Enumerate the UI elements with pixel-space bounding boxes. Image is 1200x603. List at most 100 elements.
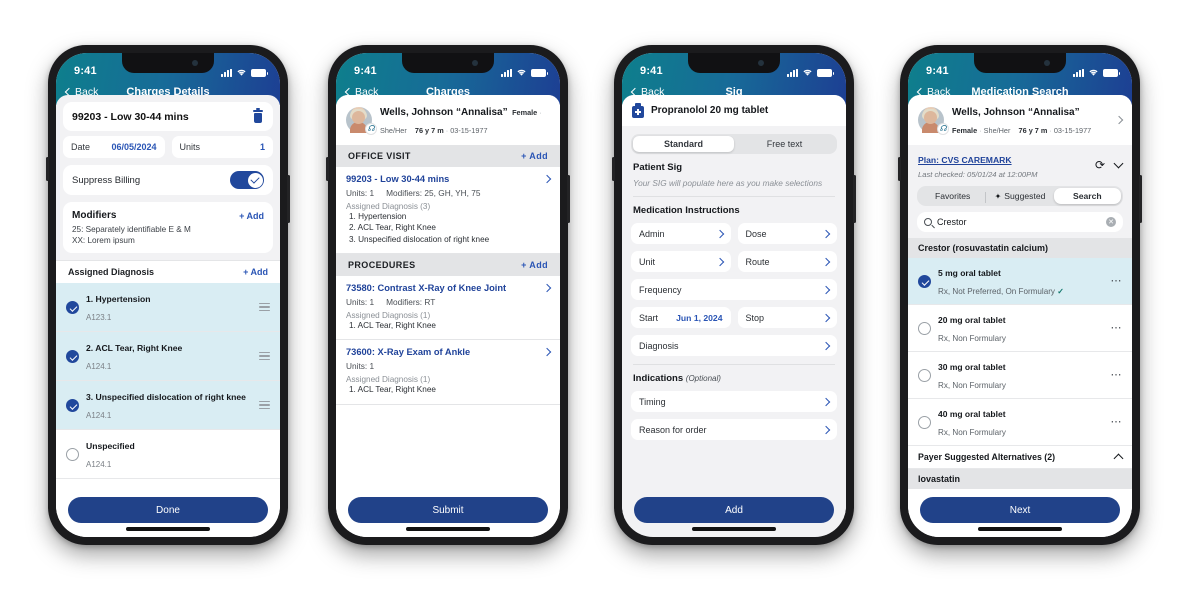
diagnosis-item: 1. ACL Tear, Right Knee <box>349 320 436 330</box>
chevron-right-icon[interactable] <box>1114 115 1124 125</box>
diagnosis-name: Unspecified <box>86 441 135 451</box>
table-row[interactable]: Unspecified A124.1 <box>56 430 280 479</box>
avatar <box>918 107 949 135</box>
diagnosis-item: 1. Hypertension <box>349 212 407 221</box>
chevron-down-icon[interactable] <box>1113 158 1124 168</box>
diagnosis-name: 1. Hypertension <box>86 294 151 304</box>
radio-icon[interactable] <box>66 447 79 461</box>
table-row[interactable]: 1. Hypertension A123.1 <box>56 283 280 332</box>
suppress-billing-toggle[interactable] <box>230 171 264 189</box>
field-start[interactable]: Start Jun 1, 2024 <box>631 307 731 328</box>
list-item[interactable]: 99203 - Low 30-44 mins Units: 1 Modifier… <box>336 167 560 254</box>
next-button[interactable]: Next <box>920 497 1120 523</box>
formulary-check-icon: ✓ <box>1057 287 1064 296</box>
field-row: Unit Route <box>631 251 837 272</box>
list-item[interactable]: 5 mg oral tablet Rx, Not Preferred, On F… <box>908 258 1132 305</box>
field-diagnosis[interactable]: Diagnosis <box>631 335 837 356</box>
tab-suggested[interactable]: ✦ Suggested <box>985 188 1053 204</box>
list-item[interactable]: 20 mg oral tablet Rx, Non Formulary ⋯ <box>908 305 1132 352</box>
status-icons <box>787 68 834 77</box>
medication-text: 20 mg oral tablet Rx, Non Formulary <box>938 310 1104 346</box>
search-tabs[interactable]: Favorites ✦ Suggested Search <box>917 186 1123 206</box>
drag-handle-icon[interactable] <box>259 352 270 360</box>
sig-mode-segmented-control[interactable]: Standard Free text <box>631 134 837 154</box>
check-icon[interactable] <box>66 349 79 363</box>
tab-search[interactable]: Search <box>1053 188 1121 204</box>
field-admin[interactable]: Admin <box>631 223 731 244</box>
units-field[interactable]: Units 1 <box>171 136 273 158</box>
wifi-icon <box>237 69 246 76</box>
field-label: Stop <box>745 312 765 323</box>
tab-standard[interactable]: Standard <box>633 136 734 152</box>
overflow-menu-icon[interactable]: ⋯ <box>1111 416 1123 428</box>
drag-handle-icon[interactable] <box>259 401 270 409</box>
field-row: Diagnosis <box>631 335 837 356</box>
toggle-knob <box>247 172 263 188</box>
modifiers-head: Modifiers + Add <box>72 210 264 221</box>
check-icon[interactable] <box>66 398 79 412</box>
field-reason-for-order[interactable]: Reason for order <box>631 419 837 440</box>
medication-text: 30 mg oral tablet Rx, Non Formulary <box>938 357 1104 393</box>
search-input[interactable]: Crestor ✕ <box>917 212 1123 232</box>
field-route[interactable]: Route <box>737 251 837 272</box>
section-header-procedures: PROCEDURES + Add <box>336 253 560 276</box>
overflow-menu-icon[interactable]: ⋯ <box>1111 369 1123 381</box>
done-button[interactable]: Done <box>68 497 268 523</box>
clear-icon[interactable]: ✕ <box>1106 217 1116 227</box>
units-label: Units <box>179 142 201 152</box>
chevron-right-icon <box>821 341 831 350</box>
tab-favorites[interactable]: Favorites <box>919 188 986 204</box>
radio-icon[interactable] <box>918 368 931 382</box>
content-area: Wells, Johnson “Annalisa” Female · She/H… <box>908 95 1132 489</box>
add-button[interactable]: Add <box>634 497 834 523</box>
plan-name[interactable]: Plan: CVS CAREMARK <box>918 155 1012 165</box>
field-timing[interactable]: Timing <box>631 391 837 412</box>
medication-dose: 20 mg oral tablet <box>938 315 1006 325</box>
radio-icon[interactable] <box>918 321 931 335</box>
overflow-menu-icon[interactable]: ⋯ <box>1111 322 1123 334</box>
overflow-menu-icon[interactable]: ⋯ <box>1111 275 1123 287</box>
radio-icon[interactable] <box>918 415 931 429</box>
chevron-up-icon[interactable] <box>1113 453 1124 464</box>
date-field[interactable]: Date 06/05/2024 <box>63 136 165 158</box>
camera-icon <box>192 60 198 66</box>
check-icon[interactable] <box>918 274 931 288</box>
list-item[interactable]: 73600: X-Ray Exam of Ankle Units: 1 Assi… <box>336 340 560 405</box>
patient-header[interactable]: Wells, Johnson “Annalisa” Female · She/H… <box>908 95 1132 145</box>
battery-icon <box>1103 68 1120 77</box>
field-dose[interactable]: Dose <box>737 223 837 244</box>
assigned-diagnosis-title: Assigned Diagnosis <box>68 267 155 277</box>
list-item[interactable]: 73580: Contrast X-Ray of Knee Joint Unit… <box>336 275 560 341</box>
table-row[interactable]: 2. ACL Tear, Right Knee A124.1 <box>56 332 280 381</box>
medication-dose: 5 mg oral tablet <box>938 268 1001 278</box>
notch <box>122 53 214 73</box>
list-item[interactable]: 40 mg oral tablet Rx, Non Formulary ⋯ <box>908 399 1132 446</box>
add-office-visit-button[interactable]: + Add <box>521 151 548 161</box>
refresh-icon[interactable]: ⟳ <box>1095 159 1105 171</box>
payer-alternatives-header[interactable]: Payer Suggested Alternatives (2) <box>908 446 1132 469</box>
field-unit[interactable]: Unit <box>631 251 731 272</box>
field-frequency[interactable]: Frequency <box>631 279 837 300</box>
delete-icon[interactable] <box>252 108 264 123</box>
modifiers-card: Modifiers + Add 25: Separately identifia… <box>63 202 273 253</box>
add-procedure-button[interactable]: + Add <box>521 260 548 270</box>
field-stop[interactable]: Stop <box>737 307 837 328</box>
submit-button[interactable]: Submit <box>348 497 548 523</box>
patient-badge-icon <box>365 123 377 135</box>
drag-handle-icon[interactable] <box>259 303 270 311</box>
diagnosis-text: 1. Hypertension A123.1 <box>86 289 252 325</box>
table-row[interactable]: Unspecified A124.1 <box>56 479 280 489</box>
patient-header[interactable]: Wells, Johnson “Annalisa” Female · She/H… <box>336 95 560 145</box>
group-header-crestor: Crestor (rosuvastatin calcium) <box>908 238 1132 258</box>
modifiers-add-button[interactable]: + Add <box>239 211 264 221</box>
check-icon[interactable] <box>66 300 79 314</box>
medication-instructions-title: Medication Instructions <box>633 205 740 216</box>
diagnosis-code: A123.1 <box>86 313 112 322</box>
content-area: 99203 - Low 30-44 mins Date 06/05/2024 U… <box>56 95 280 489</box>
table-row[interactable]: 3. Unspecified dislocation of right knee… <box>56 381 280 430</box>
wifi-icon <box>517 69 526 76</box>
diagnosis-text: Unspecified A124.1 <box>86 436 270 472</box>
assigned-diagnosis-add-button[interactable]: + Add <box>243 267 268 277</box>
tab-free-text[interactable]: Free text <box>734 136 835 152</box>
list-item[interactable]: 30 mg oral tablet Rx, Non Formulary ⋯ <box>908 352 1132 399</box>
